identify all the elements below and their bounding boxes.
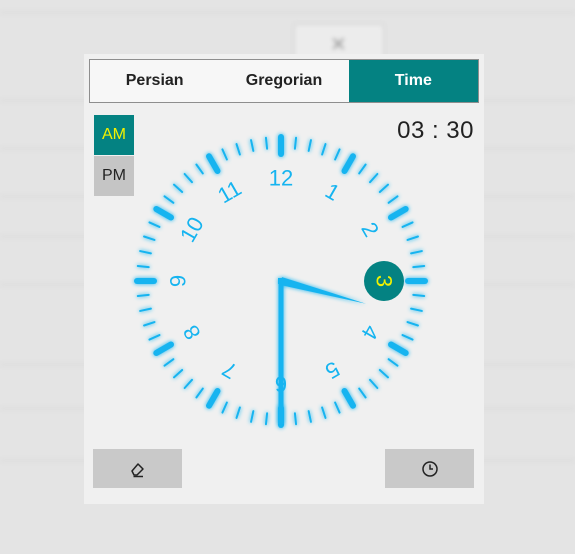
minor-tick <box>136 293 150 298</box>
minor-tick <box>143 321 156 327</box>
minor-tick <box>358 163 367 175</box>
major-tick <box>153 206 175 221</box>
minor-tick <box>410 307 423 312</box>
minor-tick <box>378 368 390 379</box>
minor-tick <box>221 401 228 414</box>
minor-tick <box>378 183 390 194</box>
clock-number-10[interactable]: 10 <box>175 213 209 247</box>
minor-tick <box>264 136 269 150</box>
clock-number-1[interactable]: 1 <box>321 178 344 206</box>
minor-tick <box>368 172 379 184</box>
minor-tick <box>307 410 312 423</box>
clear-button[interactable] <box>93 449 182 488</box>
minor-tick <box>401 221 414 228</box>
minor-tick <box>221 148 228 161</box>
clock-number-11[interactable]: 11 <box>213 175 245 208</box>
minor-tick <box>148 334 161 341</box>
minor-tick <box>293 412 298 426</box>
minor-tick <box>387 195 399 204</box>
minor-tick <box>148 221 161 228</box>
clock-number-12[interactable]: 12 <box>269 166 293 191</box>
major-tick <box>387 206 409 221</box>
major-tick <box>206 153 221 175</box>
clock-number-3[interactable]: 3 <box>372 275 397 287</box>
minor-tick <box>172 183 184 194</box>
minor-tick <box>321 406 327 419</box>
hour-hand <box>279 277 367 304</box>
minor-tick <box>264 412 269 426</box>
minor-tick <box>334 148 341 161</box>
major-tick <box>387 341 409 356</box>
minor-tick <box>235 406 241 419</box>
clock-number-5[interactable]: 5 <box>321 356 344 384</box>
minor-tick <box>410 250 423 255</box>
minor-tick <box>401 334 414 341</box>
now-button[interactable] <box>385 449 474 488</box>
minor-tick <box>387 358 399 367</box>
minor-tick <box>307 139 312 152</box>
minor-tick <box>293 136 298 150</box>
minor-tick <box>412 264 426 269</box>
minor-tick <box>183 378 194 390</box>
clock-number-7[interactable]: 7 <box>218 356 241 384</box>
minor-tick <box>235 143 241 156</box>
minor-tick <box>406 235 419 241</box>
clock-number-4[interactable]: 4 <box>356 321 384 344</box>
minor-tick <box>143 235 156 241</box>
minor-tick <box>250 410 255 423</box>
minor-tick <box>368 378 379 390</box>
time-picker-dialog: Persian Gregorian Time AM PM 03 : 30 12 1… <box>84 54 484 504</box>
minor-tick <box>406 321 419 327</box>
minor-tick <box>172 368 184 379</box>
minor-tick <box>334 401 341 414</box>
major-tick <box>153 341 175 356</box>
clock-icon <box>421 460 438 477</box>
minor-tick <box>321 143 327 156</box>
major-tick <box>341 153 356 175</box>
minor-tick <box>163 358 175 367</box>
clock-number-8[interactable]: 8 <box>178 321 206 344</box>
minor-tick <box>358 387 367 399</box>
clock-number-2[interactable]: 2 <box>356 218 384 241</box>
eraser-icon <box>130 462 144 477</box>
minor-tick <box>183 172 194 184</box>
major-tick <box>206 387 221 409</box>
minor-tick <box>163 195 175 204</box>
minor-tick <box>412 293 426 298</box>
clock-number-9[interactable]: 9 <box>166 275 191 287</box>
major-tick <box>341 387 356 409</box>
minor-tick <box>195 387 204 399</box>
clock-face[interactable]: 121234567891011 <box>84 54 484 454</box>
minor-tick <box>195 163 204 175</box>
minor-tick <box>250 139 255 152</box>
minor-tick <box>139 307 152 312</box>
minor-tick <box>136 264 150 269</box>
minor-tick <box>139 250 152 255</box>
